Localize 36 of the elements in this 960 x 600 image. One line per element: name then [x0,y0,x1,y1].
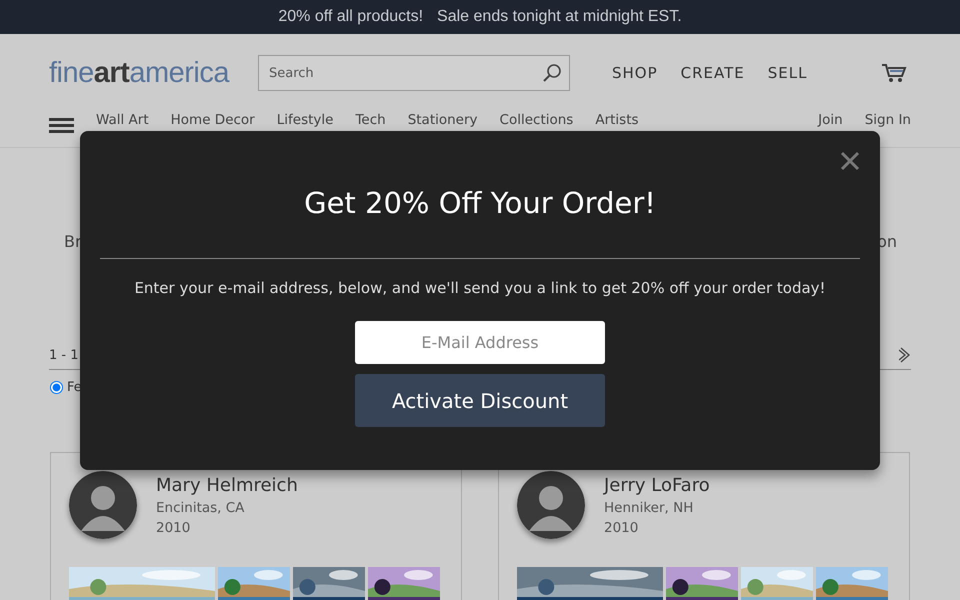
avatar-icon[interactable] [517,471,585,539]
category-link[interactable]: Lifestyle [276,112,334,128]
nav-link[interactable]: SELL [768,64,808,82]
activate-button[interactable]: Activate Discount [355,374,605,428]
dialog-title: Get 20% Off Your Order! [304,186,656,220]
next-page-icon[interactable] [899,347,911,363]
artist-location: Henniker, NH [604,500,694,516]
email-field[interactable]: E-Mail Address [355,321,605,364]
promo-text: 20% off all products! [278,8,424,26]
nav-link[interactable]: SHOP [612,64,658,82]
category-link[interactable]: Wall Art [96,112,149,128]
artist-name[interactable]: Jerry LoFaro [604,475,710,496]
search-icon[interactable] [542,63,562,83]
artist-location: Encinitas, CA [156,500,246,516]
close-icon[interactable] [840,151,860,171]
category-link[interactable]: Artists [595,112,639,128]
results-count: 1 - 1 [49,348,78,362]
site-logo[interactable]: fineartamerica [49,56,229,90]
sort-radio[interactable] [50,381,63,394]
artist-name[interactable]: Mary Helmreich [156,475,298,496]
category-link[interactable]: Collections [500,112,574,128]
cart-icon[interactable] [881,63,907,83]
account-link[interactable]: Sign In [864,112,911,128]
nav-link[interactable]: CREATE [680,64,745,82]
intro-text: Br [64,232,82,251]
avatar-icon[interactable] [69,471,137,539]
dialog-message: Enter your e-mail address, below, and we'll send you a link to get 20% off your order today! [134,279,826,298]
category-link[interactable]: Home Decor [170,112,255,128]
category-link[interactable]: Stationery [408,112,478,128]
menu-icon[interactable] [49,118,74,133]
artist-year: 2010 [604,520,640,536]
category-link[interactable]: Tech [355,112,386,128]
promo-text: Sale ends tonight at midnight EST. [437,8,682,26]
search-field[interactable]: Search [258,55,570,91]
artist-year: 2010 [156,520,192,536]
account-link[interactable]: Join [818,112,843,128]
